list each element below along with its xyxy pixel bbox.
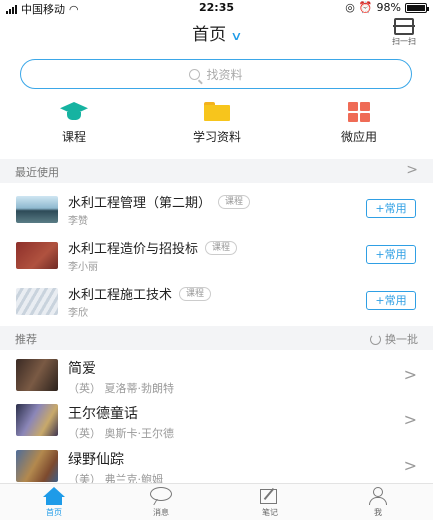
refresh-icon: [370, 333, 381, 345]
add-favorite-button[interactable]: +常用: [366, 245, 416, 264]
recent-item[interactable]: 水利工程管理（第二期） 课程 李赞 +常用: [0, 186, 433, 232]
search-placeholder: 找资料: [206, 68, 243, 82]
book-title: 王尔德童话: [68, 406, 138, 422]
book-author: （英） 夏洛蒂·勃朗特: [68, 382, 174, 395]
recommend-section-header: 推荐 换一批: [0, 326, 433, 350]
course-title: 水利工程施工技术: [68, 288, 173, 303]
chevron-down-icon: ∨: [230, 29, 243, 43]
recommend-item[interactable]: 简爱 （英） 夏洛蒂·勃朗特 >: [0, 353, 433, 399]
quick-action-label: 微应用: [340, 130, 377, 144]
quick-action-materials[interactable]: 学习资料: [167, 102, 267, 145]
chevron-right-icon: >: [403, 410, 417, 429]
scan-label: 扫一扫: [392, 37, 416, 46]
folder-icon: [204, 102, 230, 122]
message-icon: [150, 487, 172, 505]
course-title: 水利工程管理（第二期）: [68, 196, 212, 211]
add-favorite-button[interactable]: +常用: [366, 291, 416, 310]
book-cover: [16, 450, 58, 482]
tab-label: 我: [374, 508, 382, 517]
page-title-switcher[interactable]: 首页 ∨: [0, 20, 433, 45]
course-tag: 课程: [218, 194, 251, 209]
course-title-row: 水利工程造价与招投标 课程: [68, 238, 238, 257]
refresh-label: 换一批: [385, 333, 418, 346]
app-grid-icon: [348, 102, 370, 122]
header: 首页 ∨ 扫一扫: [0, 16, 433, 46]
tab-home[interactable]: 首页: [24, 487, 84, 518]
scan-button[interactable]: 扫一扫: [389, 18, 419, 47]
book-title: 绿野仙踪: [68, 452, 124, 468]
course-thumbnail: [16, 288, 58, 315]
course-title: 水利工程造价与招投标: [68, 242, 199, 257]
course-tag: 课程: [205, 240, 238, 255]
scan-icon: [393, 18, 415, 35]
tab-messages[interactable]: 消息: [131, 487, 191, 518]
search-icon: [189, 69, 201, 80]
section-title: 最近使用: [15, 166, 59, 179]
book-cover: [16, 404, 58, 436]
tab-label: 笔记: [262, 508, 278, 517]
book-author: （英） 奥斯卡·王尔德: [68, 427, 174, 440]
chevron-right-icon: >: [403, 456, 417, 475]
page-title: 首页: [192, 25, 227, 45]
course-title-row: 水利工程管理（第二期） 课程: [68, 192, 251, 211]
add-favorite-button[interactable]: +常用: [366, 199, 416, 218]
quick-action-label: 学习资料: [192, 130, 241, 144]
status-bar: 中国移动 ◠ 22:35 ◎ ⏰ 98%: [0, 0, 433, 16]
tab-notes[interactable]: 笔记: [240, 487, 300, 518]
recent-item[interactable]: 水利工程施工技术 课程 李欣 +常用: [0, 278, 433, 324]
course-teacher: 李小丽: [68, 262, 98, 273]
tab-bar: 首页 消息 笔记 我: [0, 483, 433, 520]
location-icon: ◎: [345, 1, 355, 14]
tab-me[interactable]: 我: [348, 487, 408, 518]
recent-section-header[interactable]: 最近使用 >: [0, 159, 433, 183]
quick-action-label: 课程: [61, 130, 86, 144]
tab-label: 消息: [153, 508, 169, 517]
search-placeholder-wrap: 找资料: [189, 66, 243, 83]
course-tag: 课程: [179, 286, 212, 301]
refresh-button[interactable]: 换一批: [370, 331, 418, 347]
section-title: 推荐: [15, 333, 37, 346]
graduation-cap-icon: [59, 102, 89, 122]
tab-label: 首页: [46, 508, 62, 517]
alarm-icon: ⏰: [358, 1, 373, 14]
battery-icon: [405, 2, 429, 13]
course-teacher: 李欣: [68, 308, 88, 319]
quick-action-micro-apps[interactable]: 微应用: [309, 102, 409, 145]
book-title: 简爱: [68, 361, 96, 377]
course-title-row: 水利工程施工技术 课程: [68, 284, 212, 303]
course-thumbnail: [16, 242, 58, 269]
home-icon: [43, 487, 65, 505]
search-input[interactable]: 找资料: [20, 59, 412, 89]
quick-action-course[interactable]: 课程: [24, 102, 124, 145]
recent-item[interactable]: 水利工程造价与招投标 课程 李小丽 +常用: [0, 232, 433, 278]
note-icon: [260, 487, 280, 505]
recommend-item[interactable]: 王尔德童话 （英） 奥斯卡·王尔德 >: [0, 398, 433, 444]
chevron-right-icon: >: [406, 162, 418, 178]
course-teacher: 李赞: [68, 216, 88, 227]
battery-percent: 98%: [376, 1, 401, 14]
book-cover: [16, 359, 58, 391]
course-thumbnail: [16, 196, 58, 223]
profile-icon: [368, 487, 388, 505]
chevron-right-icon: >: [403, 365, 417, 384]
status-right: ◎ ⏰ 98%: [345, 1, 429, 14]
